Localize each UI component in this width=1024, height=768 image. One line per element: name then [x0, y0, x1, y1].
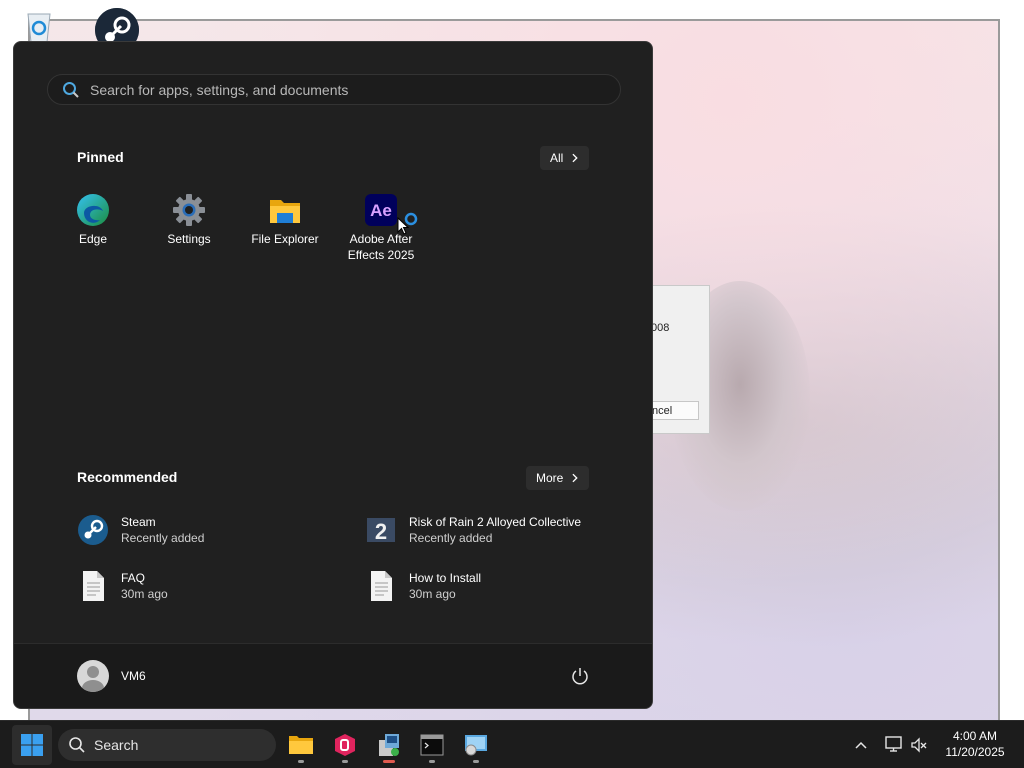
running-indicator: [298, 760, 304, 763]
system-clock[interactable]: 4:00 AM 11/20/2025: [936, 728, 1014, 760]
running-indicator: [383, 760, 395, 763]
start-menu: Pinned All Edge Settings: [13, 41, 653, 709]
settings-gear-icon: [173, 194, 205, 226]
search-icon: [69, 737, 85, 753]
game-icon: 2: [367, 518, 395, 544]
terminal-icon: [420, 734, 444, 756]
recommended-item-name: How to Install: [409, 571, 482, 585]
app-red-icon: [335, 734, 355, 756]
recommended-item-how-to-install[interactable]: How to Install 30m ago: [365, 566, 625, 606]
pinned-title: Pinned: [77, 149, 124, 165]
recommended-item-faq[interactable]: FAQ 30m ago: [77, 566, 337, 606]
recommended-title: Recommended: [77, 469, 178, 485]
recommended-item-risk-of-rain[interactable]: 2 Risk of Rain 2 Alloyed Collective Rece…: [365, 510, 645, 550]
recommended-item-name: FAQ: [121, 571, 146, 585]
taskbar-search-label: Search: [94, 737, 139, 753]
chevron-up-icon[interactable]: [853, 737, 869, 753]
power-icon[interactable]: [570, 666, 590, 686]
recommended-item-steam[interactable]: Steam Recently added: [77, 510, 337, 550]
recommended-item-subtitle: 30m ago: [121, 587, 168, 601]
taskbar-terminal[interactable]: [412, 725, 452, 765]
recycle-bin-icon[interactable]: [22, 8, 56, 44]
document-icon: [371, 571, 392, 601]
taskbar-search[interactable]: Search: [58, 729, 276, 761]
recommended-item-subtitle: 30m ago: [409, 587, 456, 601]
taskbar: Search 4:00 AM 11/20/2025: [0, 720, 1024, 768]
pinned-app-edge[interactable]: Edge: [45, 193, 141, 247]
busy-spinner-icon: [404, 212, 418, 226]
svg-text:2: 2: [375, 519, 387, 544]
more-button[interactable]: More: [526, 466, 589, 490]
start-search-input[interactable]: [88, 80, 592, 99]
pinned-app-settings[interactable]: Settings: [141, 193, 237, 247]
pinned-app-label: Settings: [167, 232, 211, 246]
pinned-app-label: Edge: [78, 232, 108, 246]
recommended-item-subtitle: Recently added: [409, 531, 493, 545]
taskbar-file-explorer[interactable]: [281, 725, 321, 765]
pinned-app-label: File Explorer: [251, 232, 319, 246]
taskbar-disc-setup[interactable]: [456, 725, 496, 765]
running-indicator: [473, 760, 479, 763]
search-icon: [63, 81, 79, 98]
pinned-app-after-effects[interactable]: Ae Adobe After Effects 2025: [333, 193, 429, 263]
clock-time: 4:00 AM: [952, 729, 998, 743]
installer-icon: [379, 734, 399, 756]
running-indicator: [342, 760, 348, 763]
pinned-app-label: Adobe After Effects 2025: [347, 232, 415, 262]
user-avatar[interactable]: [77, 660, 109, 692]
chevron-right-icon: [572, 473, 579, 483]
recommended-item-name: Steam: [121, 515, 156, 529]
taskbar-installer[interactable]: [369, 725, 409, 765]
disc-setup-icon: [465, 735, 487, 756]
file-explorer-icon: [289, 736, 313, 754]
user-avatar-icon: [82, 666, 104, 692]
recommended-item-name: Risk of Rain 2 Alloyed Collective: [409, 515, 582, 529]
svg-text:Ae: Ae: [370, 201, 392, 220]
clock-date: 11/20/2025: [945, 745, 1005, 759]
windows-logo-icon: [21, 734, 43, 756]
user-name[interactable]: VM6: [121, 669, 146, 683]
all-apps-button[interactable]: All: [540, 146, 589, 170]
steam-icon: [78, 515, 108, 545]
all-apps-label: All: [550, 151, 564, 165]
start-search-box[interactable]: [47, 74, 621, 105]
pinned-app-file-explorer[interactable]: File Explorer: [237, 193, 333, 247]
after-effects-icon: Ae: [365, 194, 397, 226]
edge-icon: [77, 194, 109, 226]
recommended-item-subtitle: Recently added: [121, 531, 205, 545]
network-icon[interactable]: [885, 735, 903, 753]
running-indicator: [429, 760, 435, 763]
more-label: More: [536, 471, 564, 485]
folder-icon: [270, 200, 300, 223]
start-button[interactable]: [12, 725, 52, 765]
user-bar: VM6: [14, 643, 652, 708]
background-dialog-text: 008: [651, 322, 670, 334]
volume-muted-icon[interactable]: [910, 736, 928, 754]
taskbar-red-app[interactable]: [325, 725, 365, 765]
chevron-right-icon: [572, 153, 579, 163]
document-icon: [83, 571, 104, 601]
